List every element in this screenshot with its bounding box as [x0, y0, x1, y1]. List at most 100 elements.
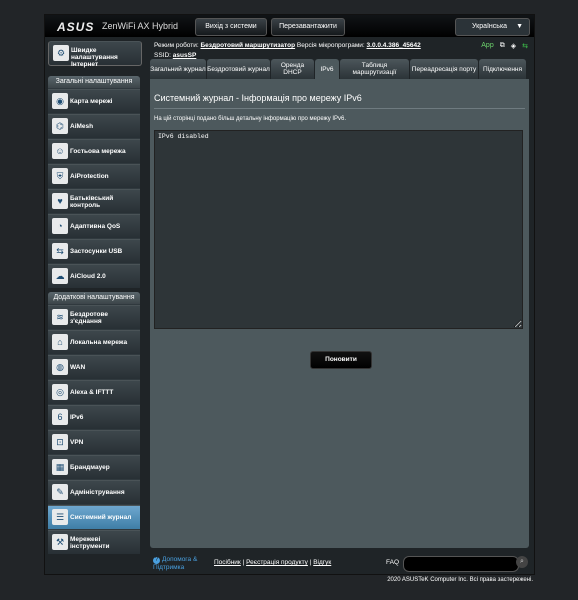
- sidebar-item-label: Системний журнал: [70, 514, 132, 521]
- router-frame: ASUS ZenWiFi AX Hybrid Вихід з системи П…: [44, 14, 535, 575]
- sidebar-item-label: Батьківський контроль: [70, 194, 114, 209]
- app-link[interactable]: App: [481, 42, 493, 50]
- logout-button[interactable]: Вихід з системи: [195, 18, 267, 36]
- sidebar-item-wireless[interactable]: ≋ Бездротове з'єднання: [48, 305, 140, 329]
- faq-label: FAQ: [386, 559, 400, 566]
- sidebar-item-label: AiProtection: [70, 173, 109, 180]
- ipv6-log-textarea[interactable]: IPv6 disabled: [154, 130, 523, 329]
- qos-icon: ◔: [52, 218, 68, 234]
- client-icon[interactable]: ⧉: [500, 42, 505, 50]
- sidebar-item-system-log[interactable]: ☰ Системний журнал: [48, 505, 140, 529]
- general-section-title: Загальні налаштування: [48, 76, 140, 88]
- page-title: Системний журнал - Інформація про мережу…: [154, 93, 362, 103]
- sidebar-item-parental-control[interactable]: ♥ Батьківський контроль: [48, 189, 140, 213]
- main-content: Системний журнал - Інформація про мережу…: [150, 79, 529, 548]
- sidebar-item-network-map[interactable]: ◉ Карта мережі: [48, 89, 140, 113]
- language-value: Українська: [472, 23, 508, 30]
- ipv6-icon: 6: [52, 409, 68, 425]
- general-section: Загальні налаштування ◉ Карта мережі ⌬ AiMe…: [48, 76, 140, 288]
- sidebar-item-label: Брандмауер: [70, 464, 110, 471]
- copyright-text: 2020 ASUSTeK Computer Inc. Всі права зас…: [387, 577, 533, 583]
- sidebar-item-cloud[interactable]: ☁ AiCloud 2.0: [48, 264, 140, 288]
- tab-ipv6[interactable]: IPv6: [315, 59, 339, 79]
- reboot-button[interactable]: Перезавантажити: [271, 18, 345, 36]
- wireless-icon: ≋: [52, 309, 68, 325]
- register-link[interactable]: Реєстрація продукту: [246, 559, 308, 566]
- administration-icon: ✎: [52, 484, 68, 500]
- tab-connections[interactable]: Підключення: [479, 59, 526, 79]
- sidebar-item-label: Гостьова мережа: [70, 148, 126, 155]
- sidebar-item-ipv6[interactable]: 6 IPv6: [48, 405, 140, 429]
- sidebar-item-aimesh[interactable]: ⌬ AiMesh: [48, 114, 140, 138]
- sidebar-item-firewall[interactable]: ▦ Брандмауер: [48, 455, 140, 479]
- feedback-link[interactable]: Відгук: [313, 559, 331, 566]
- sidebar-item-label: Бездротове з'єднання: [70, 310, 109, 325]
- chevron-down-icon: ▼: [516, 23, 523, 30]
- quick-internet-setup-button[interactable]: ⚙ Швидке налаштування Інтернет: [48, 41, 142, 68]
- advanced-section-title: Додаткові налаштування: [48, 292, 140, 304]
- aiprotection-icon: ⛨: [52, 168, 68, 184]
- cloud-icon: ☁: [52, 268, 68, 284]
- mode-value[interactable]: Бездротовий маршрутизатор: [201, 42, 296, 49]
- sidebar-item-qos[interactable]: ◔ Адаптивна QoS: [48, 214, 140, 238]
- tab-wireless-log[interactable]: Бездротовий журнал: [207, 59, 270, 79]
- sidebar-item-network-tools[interactable]: ⚒ Мережеві інструменти: [48, 530, 140, 554]
- status-icons: App ⧉ ◈ ⇆: [481, 42, 528, 50]
- network-map-icon: ◉: [52, 93, 68, 109]
- sidebar-item-administration[interactable]: ✎ Адміністрування: [48, 480, 140, 504]
- tab-routing-table[interactable]: Таблиця маршрутизації: [340, 59, 409, 79]
- wan-icon: ◍: [52, 359, 68, 375]
- tab-general-log[interactable]: Загальний журнал: [150, 59, 206, 79]
- alexa-icon: ◎: [52, 384, 68, 400]
- status-bar: Режим роботи: Бездротовий маршрутизатор …: [154, 41, 421, 61]
- sidebar-item-label: Адаптивна QoS: [70, 223, 121, 230]
- qis-label: Швидке налаштування Інтернет: [71, 46, 118, 68]
- sidebar-item-usb[interactable]: ⇆ Застосунки USB: [48, 239, 140, 263]
- aimesh-icon: ⌬: [52, 118, 68, 134]
- manual-link[interactable]: Посібник: [214, 559, 241, 566]
- system-log-icon: ☰: [52, 509, 68, 525]
- sidebar-item-label: Карта мережі: [70, 98, 113, 105]
- tab-dhcp-leases[interactable]: Оренда DHCP: [271, 59, 314, 79]
- link-icon[interactable]: ◈: [511, 42, 516, 50]
- sidebar-item-label: Локальна мережа: [70, 339, 128, 346]
- tab-port-forwarding[interactable]: Переадресація порту: [410, 59, 478, 79]
- mode-label: Режим роботи:: [154, 42, 199, 49]
- refresh-button[interactable]: Поновити: [310, 351, 372, 369]
- asus-logo: ASUS: [57, 20, 95, 34]
- usb-icon: ⇆: [52, 243, 68, 259]
- firmware-value[interactable]: 3.0.0.4.386_45642: [367, 42, 421, 49]
- help-support-link[interactable]: ? Допомога & Підтримка: [153, 556, 209, 571]
- guest-network-icon: ☺: [52, 143, 68, 159]
- firmware-label: Версія мікропрограми:: [296, 42, 365, 49]
- sidebar-item-label: WAN: [70, 364, 86, 371]
- sidebar-item-wan[interactable]: ◍ WAN: [48, 355, 140, 379]
- usb-status-icon[interactable]: ⇆: [522, 42, 528, 50]
- vpn-icon: ⊡: [52, 434, 68, 450]
- search-icon[interactable]: ⌕: [516, 556, 528, 568]
- help-icon: ?: [153, 557, 160, 564]
- parental-control-icon: ♥: [52, 193, 68, 209]
- sidebar-item-label: Застосунки USB: [70, 248, 123, 255]
- sidebar-item-guest-network[interactable]: ☺ Гостьова мережа: [48, 139, 140, 163]
- qis-icon: ⚙: [53, 45, 69, 61]
- ssid-label: SSID:: [154, 52, 171, 59]
- faq-search-input[interactable]: [403, 556, 519, 572]
- sidebar-item-label: AiCloud 2.0: [70, 273, 106, 280]
- language-select[interactable]: Українська ▼: [455, 18, 530, 36]
- top-banner: ASUS ZenWiFi AX Hybrid Вихід з системи П…: [45, 15, 534, 37]
- ssid-value[interactable]: asusSP: [173, 52, 197, 59]
- footer-bar: ? Допомога & Підтримка Посібник | Реєстра…: [150, 553, 529, 573]
- page-description: На цій сторінці подано більш детальну ін…: [154, 116, 347, 122]
- sidebar-item-vpn[interactable]: ⊡ VPN: [48, 430, 140, 454]
- sidebar-item-label: Мережеві інструменти: [70, 535, 110, 550]
- model-name: ZenWiFi AX Hybrid: [102, 21, 179, 31]
- network-tools-icon: ⚒: [52, 534, 68, 550]
- sidebar-item-label: Адміністрування: [70, 489, 125, 496]
- sidebar-item-label: VPN: [70, 439, 84, 446]
- footer-links: Посібник | Реєстрація продукту | Відгук: [214, 559, 332, 566]
- sidebar-item-aiprotection[interactable]: ⛨ AiProtection: [48, 164, 140, 188]
- sidebar-item-alexa[interactable]: ◎ Alexa & IFTTT: [48, 380, 140, 404]
- sidebar-item-label: Alexa & IFTTT: [70, 389, 114, 396]
- sidebar-item-lan[interactable]: ⌂ Локальна мережа: [48, 330, 140, 354]
